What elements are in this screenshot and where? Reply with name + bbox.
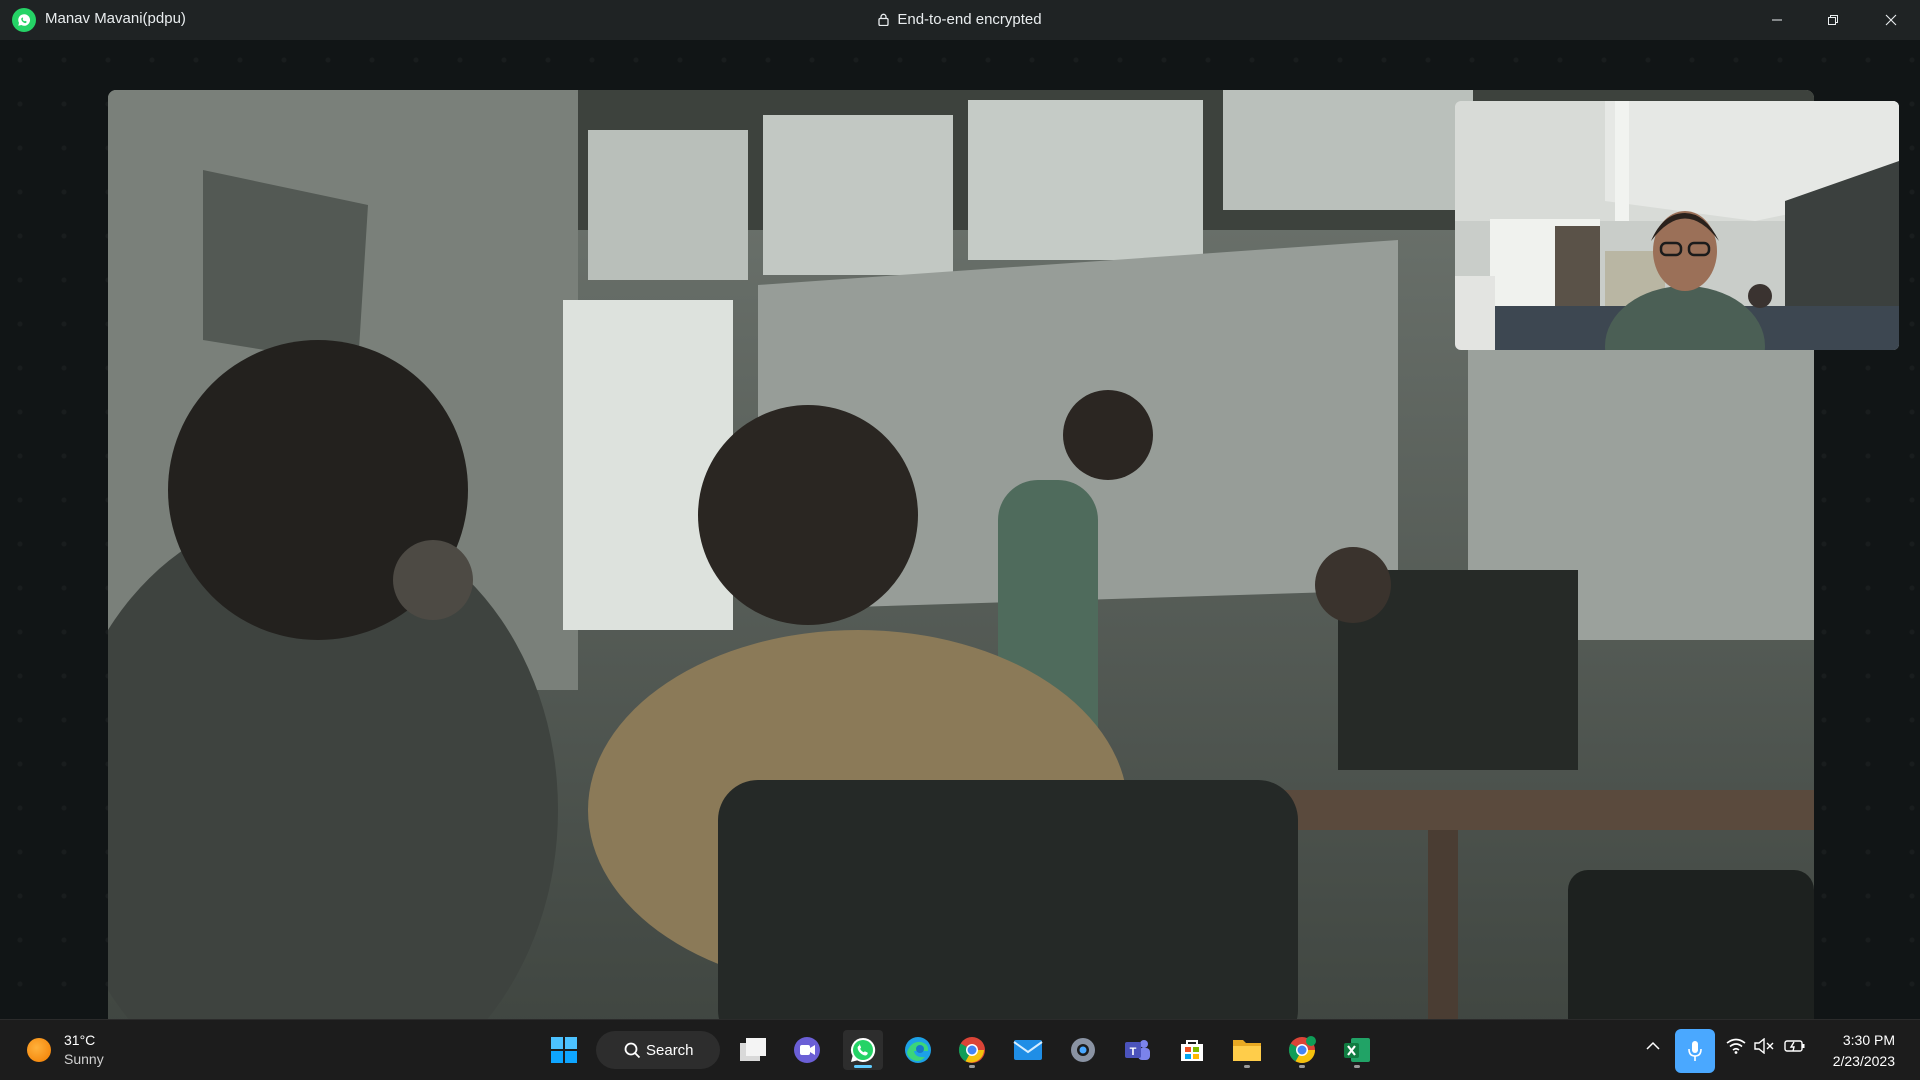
encryption-text: End-to-end encrypted — [897, 11, 1042, 28]
title-bar: Manav Mavani(pdpu) End-to-end encrypted — [0, 0, 1920, 40]
excel-icon — [1344, 1038, 1370, 1062]
settings-icon — [1071, 1038, 1095, 1062]
chrome-button[interactable] — [952, 1030, 992, 1070]
taskbar: 31°C Sunny Search T 3:30 PM 2/23/2023 — [0, 1019, 1920, 1080]
lock-icon — [878, 13, 890, 26]
teams-button[interactable]: T — [1117, 1030, 1157, 1070]
whatsapp-icon — [850, 1037, 876, 1062]
running-indicator — [1299, 1065, 1305, 1068]
close-icon — [1885, 14, 1897, 26]
weather-condition: Sunny — [64, 1051, 104, 1067]
chevron-up-icon — [1646, 1041, 1660, 1050]
store-icon — [1181, 1040, 1203, 1061]
edge-button[interactable] — [898, 1030, 938, 1070]
sun-icon — [27, 1038, 51, 1062]
self-video-scene — [1455, 101, 1899, 350]
wifi-icon — [1726, 1038, 1746, 1054]
chrome-profile-button[interactable] — [1282, 1030, 1322, 1070]
active-indicator — [854, 1065, 872, 1068]
mail-button[interactable] — [1008, 1030, 1048, 1070]
encryption-status: End-to-end encrypted — [0, 11, 1920, 28]
self-preview-video[interactable] — [1455, 101, 1899, 350]
microphone-in-use-button[interactable] — [1675, 1029, 1715, 1073]
battery-icon — [1784, 1040, 1805, 1052]
chrome-icon — [958, 1037, 985, 1063]
task-view-button[interactable] — [733, 1030, 773, 1070]
edge-icon — [905, 1037, 931, 1063]
meet-now-icon — [794, 1037, 820, 1063]
running-indicator — [1354, 1065, 1360, 1068]
network-button[interactable] — [1726, 1038, 1746, 1059]
store-button[interactable] — [1172, 1030, 1212, 1070]
settings-button[interactable] — [1063, 1030, 1103, 1070]
whatsapp-taskbar-button[interactable] — [843, 1030, 883, 1070]
close-button[interactable] — [1868, 0, 1914, 40]
windows-start-icon — [551, 1037, 577, 1063]
show-hidden-icons-button[interactable] — [1645, 1038, 1661, 1059]
clock-date: 2/23/2023 — [1832, 1053, 1895, 1069]
svg-text:T: T — [1130, 1046, 1137, 1058]
clock-time: 3:30 PM — [1842, 1032, 1895, 1048]
excel-button[interactable] — [1337, 1030, 1377, 1070]
weather-temperature: 31°C — [64, 1032, 96, 1048]
file-explorer-icon — [1233, 1040, 1261, 1061]
minimize-button[interactable] — [1754, 0, 1800, 40]
file-explorer-button[interactable] — [1227, 1030, 1267, 1070]
meet-now-button[interactable] — [787, 1030, 827, 1070]
task-view-icon — [740, 1038, 766, 1061]
restore-icon — [1828, 15, 1838, 25]
restore-button[interactable] — [1810, 0, 1856, 40]
mail-icon — [1013, 1040, 1043, 1060]
teams-icon: T — [1125, 1040, 1150, 1060]
start-button[interactable] — [544, 1030, 584, 1070]
running-indicator — [969, 1065, 975, 1068]
battery-button[interactable] — [1784, 1038, 1806, 1059]
search-icon — [624, 1042, 641, 1059]
microphone-icon — [1688, 1041, 1702, 1061]
volume-button[interactable] — [1754, 1037, 1774, 1059]
search-label: Search — [646, 1041, 694, 1059]
chrome-profile-icon — [1288, 1036, 1316, 1064]
volume-muted-icon — [1754, 1037, 1774, 1055]
search-box[interactable]: Search — [596, 1031, 720, 1069]
call-stage — [0, 40, 1920, 1050]
minimize-icon — [1772, 19, 1782, 21]
running-indicator — [1244, 1065, 1250, 1068]
